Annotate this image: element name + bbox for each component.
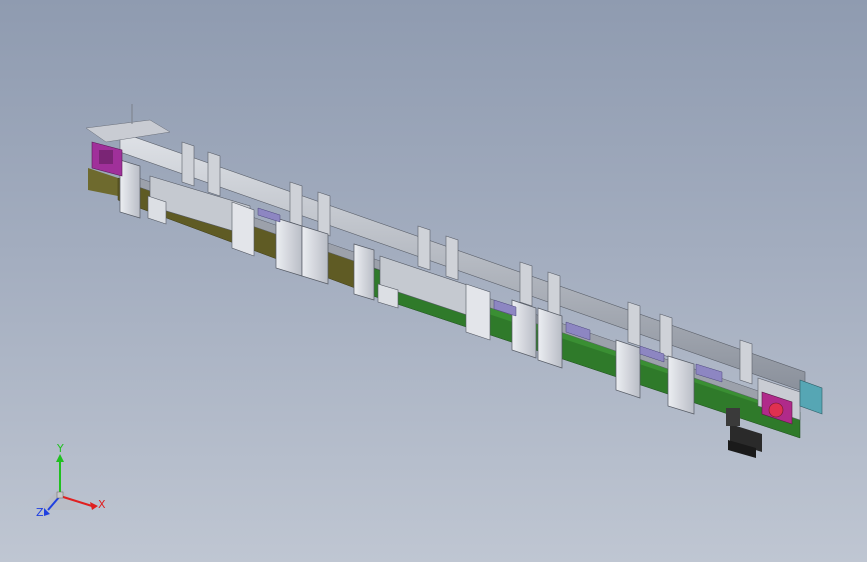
top-rail [119, 131, 806, 393]
model-viewport[interactable]: Y X Z [0, 0, 867, 562]
x-axis-label: X [98, 498, 106, 511]
z-axis-label: Z [36, 506, 44, 519]
coordinate-triad: Y X Z [30, 442, 120, 528]
conveyor-assembly-model[interactable] [0, 0, 867, 562]
y-axis-label: Y [57, 442, 64, 455]
